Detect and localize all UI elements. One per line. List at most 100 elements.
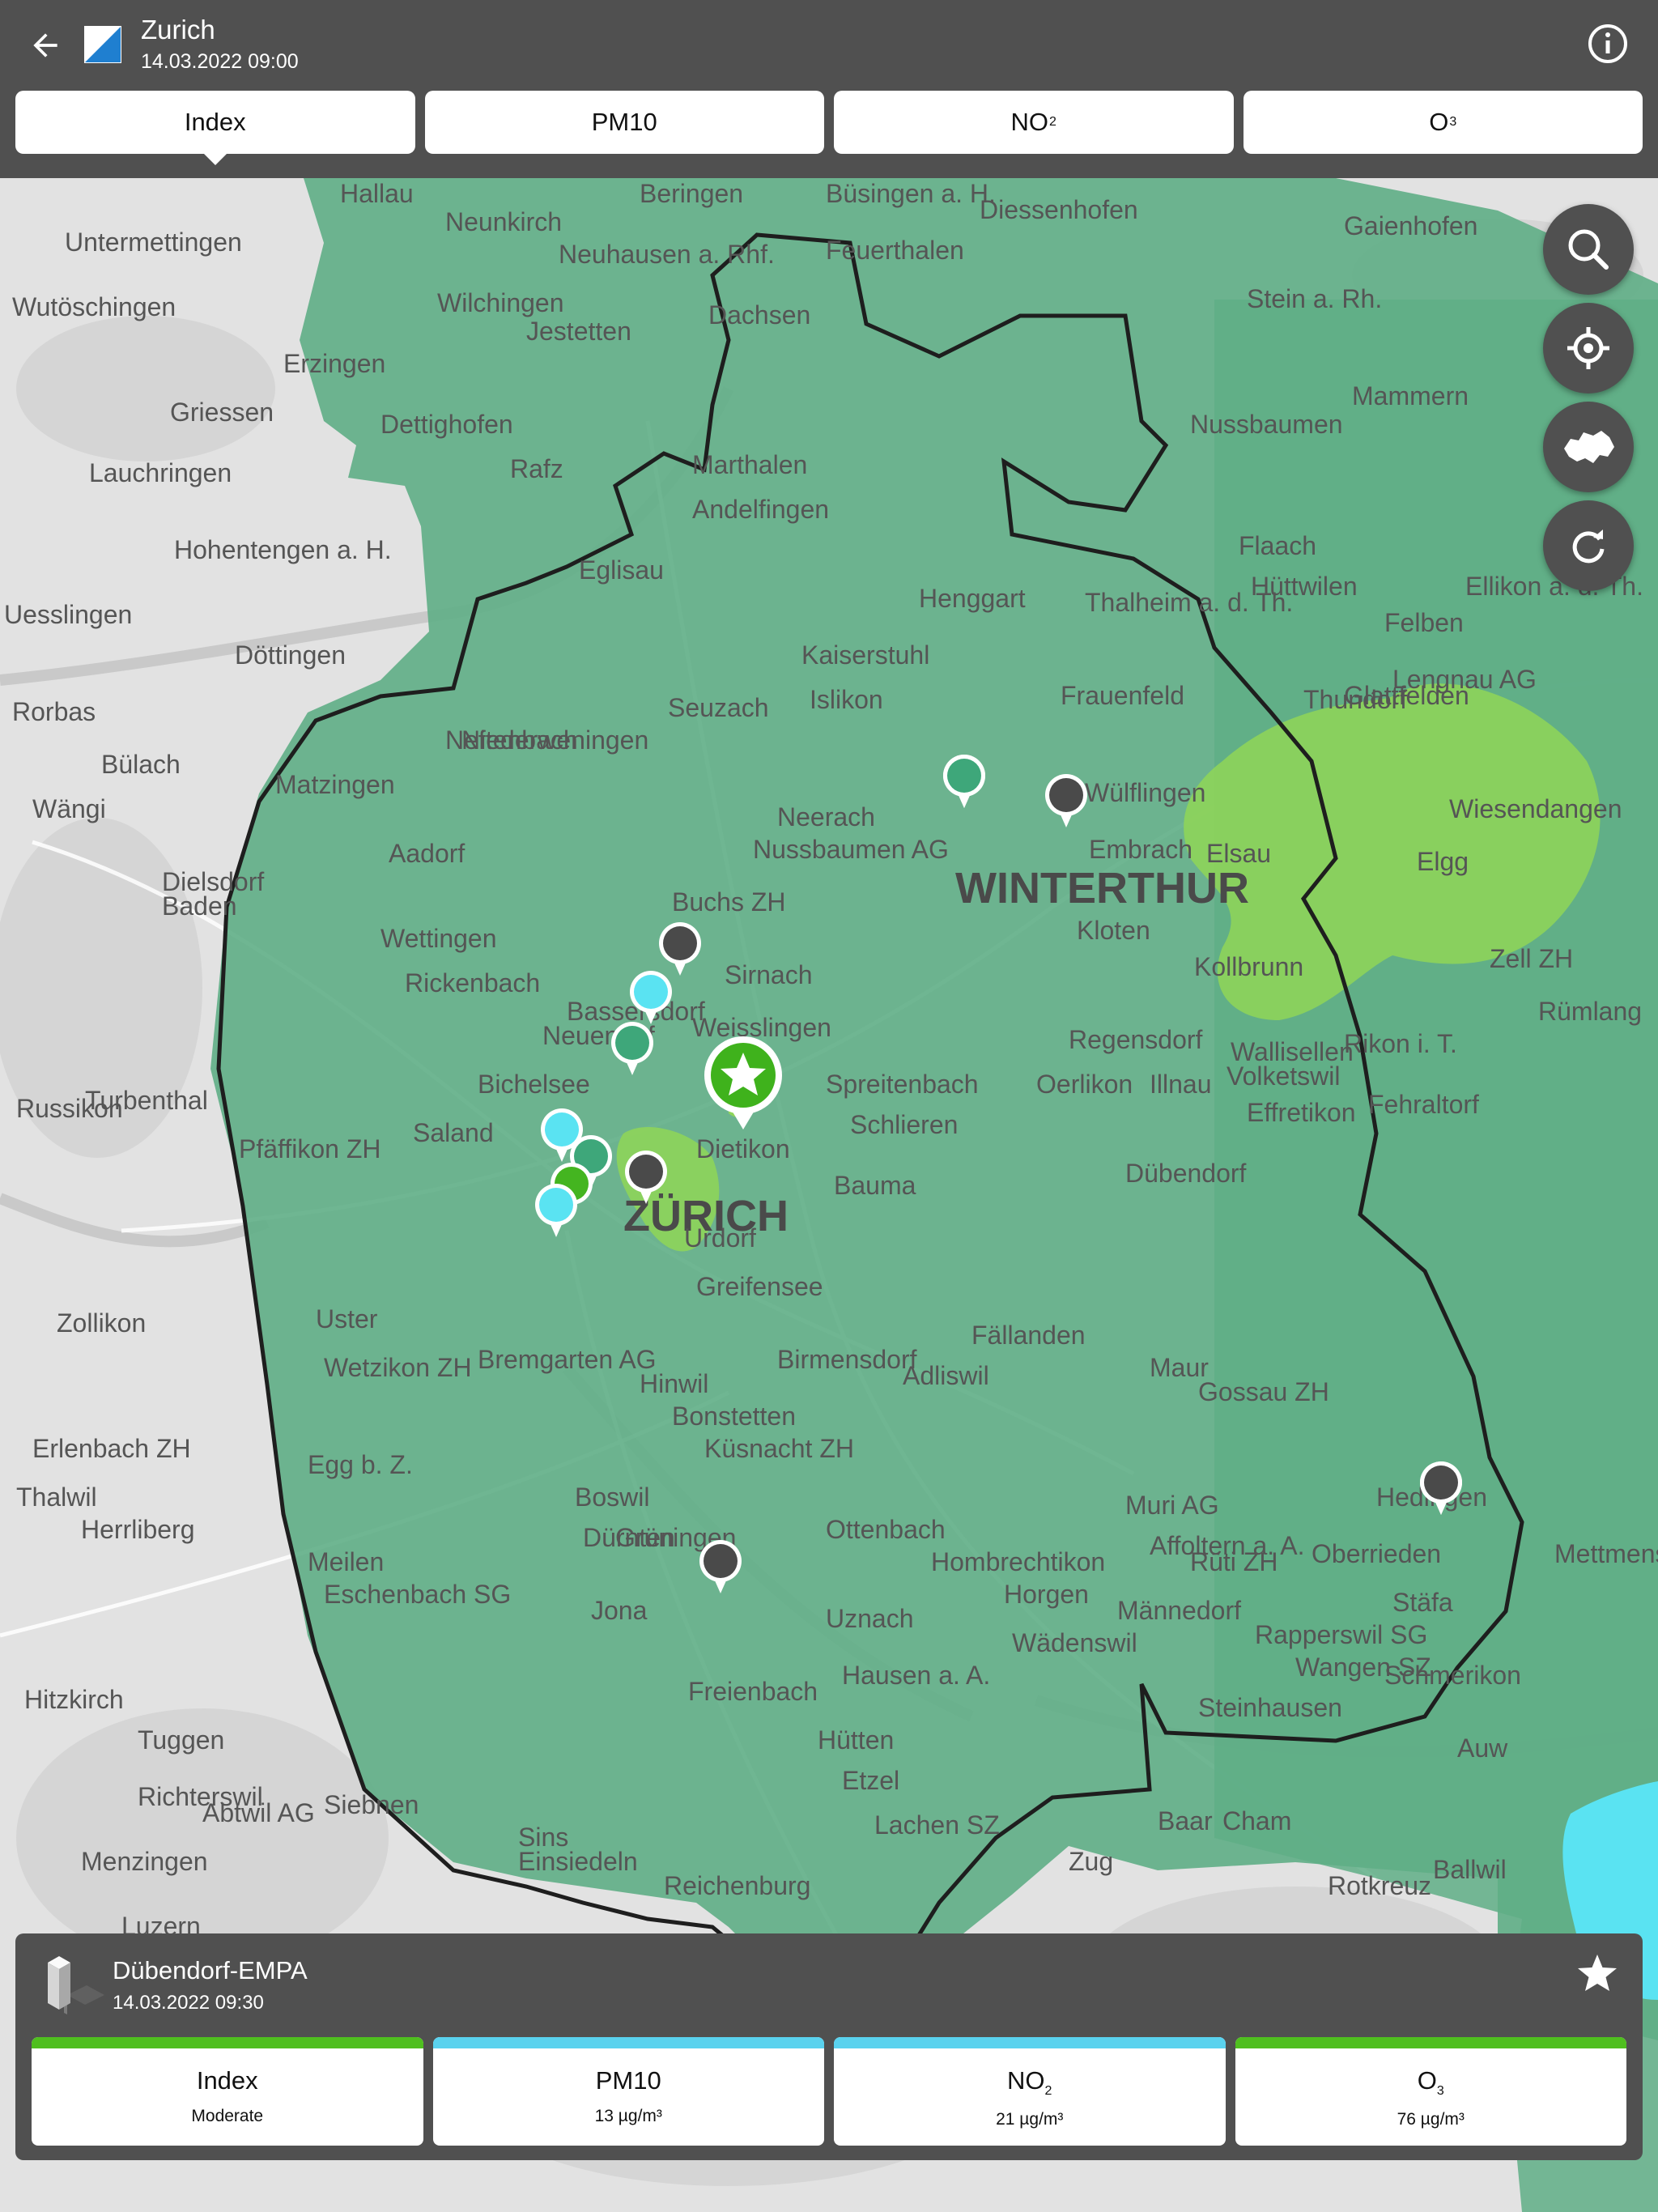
town-label: Rikon i. T. xyxy=(1344,1029,1457,1058)
town-label: Urdorf xyxy=(684,1223,756,1253)
town-label: Schlieren xyxy=(850,1110,958,1139)
town-label: Pfäffikon ZH xyxy=(239,1134,380,1163)
town-label: Bauma xyxy=(834,1171,916,1200)
tab-pm10[interactable]: PM10 xyxy=(424,91,824,154)
town-label: Freienbach xyxy=(688,1677,818,1706)
town-label: Griessen xyxy=(170,398,274,427)
town-label: Aadorf xyxy=(389,839,465,868)
town-label: Baden xyxy=(162,891,237,921)
town-label: Stäfa xyxy=(1392,1588,1453,1617)
town-label: Seuzach xyxy=(668,693,769,722)
town-label: Baar xyxy=(1158,1806,1213,1836)
town-label: Dübendorf xyxy=(1125,1159,1247,1188)
town-label: Wetzikon ZH xyxy=(324,1353,472,1382)
town-label: Kollbrunn xyxy=(1194,952,1303,981)
town-label: Dachsen xyxy=(708,300,810,330)
town-label: Effretikon xyxy=(1247,1098,1356,1127)
town-label: Oerlikon xyxy=(1036,1070,1133,1099)
town-label: Rümlang xyxy=(1538,997,1642,1026)
refresh-icon xyxy=(1572,530,1605,564)
town-label: Ottenbach xyxy=(826,1515,946,1544)
tile-value: 21 µg/m³ xyxy=(996,2110,1064,2129)
town-label: Oberrieden xyxy=(1312,1539,1441,1568)
station-card[interactable]: Dübendorf-EMPA 14.03.2022 09:30 Index Mo… xyxy=(15,1933,1643,2160)
town-label: Hütten xyxy=(818,1725,894,1755)
town-label: Elsau xyxy=(1206,839,1271,868)
town-label: Bichelsee xyxy=(478,1070,590,1099)
town-label: Thundorf xyxy=(1303,685,1407,714)
map-label-winterthur: WINTERTHUR xyxy=(955,864,1249,912)
town-label: Küsnacht ZH xyxy=(704,1434,854,1463)
town-label: Abtwil AG xyxy=(202,1798,315,1827)
town-label: Regensdorf xyxy=(1069,1025,1203,1054)
town-label: Henggart xyxy=(919,584,1026,613)
town-label: Hombrechtikon xyxy=(931,1547,1105,1576)
town-label: Weisslingen xyxy=(692,1013,831,1042)
town-label: Embrach xyxy=(1089,835,1192,864)
town-label: Tuggen xyxy=(138,1725,224,1755)
town-label: Horgen xyxy=(1004,1580,1089,1609)
tab-no2[interactable]: NO 2 xyxy=(834,91,1234,154)
town-label: Marthalen xyxy=(692,450,807,479)
town-label: Bremgarten AG xyxy=(478,1345,657,1374)
town-label: Mettmenstetten xyxy=(1554,1539,1658,1568)
tile-pm10[interactable]: PM10 13 µg/m³ xyxy=(432,2037,824,2146)
town-label: Hitzkirch xyxy=(24,1685,124,1714)
town-label: Erzingen xyxy=(283,349,385,378)
town-label: Nussbaumen xyxy=(1190,410,1343,439)
town-label: Thalwil xyxy=(16,1482,97,1512)
town-label: Hinwil xyxy=(640,1369,708,1398)
town-label: Rorbas xyxy=(12,697,96,726)
info-icon xyxy=(1588,24,1627,63)
town-label: Flaach xyxy=(1239,531,1316,560)
town-label: Wädenswil xyxy=(1012,1628,1137,1657)
town-label: Dietikon xyxy=(696,1134,790,1163)
town-label: Döttingen xyxy=(235,640,346,670)
arrow-left-icon xyxy=(33,33,57,57)
town-label: Sirnach xyxy=(725,960,813,989)
station-name: Dübendorf-EMPA xyxy=(113,1956,308,1984)
town-label: Cham xyxy=(1222,1806,1291,1836)
map-view[interactable]: WINTERTHUR ZÜRICH Hallau Beringen Büsingen… xyxy=(0,178,1658,2212)
town-label: Lauchringen xyxy=(89,458,232,487)
town-label: Fehraltorf xyxy=(1368,1090,1479,1119)
favorite-button[interactable] xyxy=(1573,1950,1622,1998)
tile-status-bar xyxy=(32,2037,423,2048)
town-label: Frauenfeld xyxy=(1061,681,1184,710)
tile-value: 76 µg/m³ xyxy=(1397,2110,1465,2129)
town-label: Siebnen xyxy=(324,1790,419,1819)
locate-button[interactable] xyxy=(1543,303,1634,393)
refresh-button[interactable] xyxy=(1543,500,1634,591)
town-label: Thalheim a. d. Th. xyxy=(1085,588,1293,617)
town-label: Rüti ZH xyxy=(1190,1547,1278,1576)
tab-index[interactable]: Index xyxy=(15,91,415,165)
town-label: Birmensdorf xyxy=(777,1345,917,1374)
town-label: Wutöschingen xyxy=(12,292,176,321)
town-label: Neuhausen a. Rhf. xyxy=(559,240,775,269)
tile-index[interactable]: Index Moderate xyxy=(32,2037,423,2146)
town-label: Zell ZH xyxy=(1490,944,1573,973)
tile-status-bar xyxy=(834,2037,1226,2048)
tab-o3[interactable]: O3 xyxy=(1243,91,1643,154)
town-label: Mammern xyxy=(1352,381,1469,410)
town-label: Ballwil xyxy=(1433,1855,1507,1884)
town-label: Muri AG xyxy=(1125,1491,1219,1520)
search-icon xyxy=(1568,229,1609,270)
town-label: Rafz xyxy=(510,454,563,483)
town-label: Niederweningen xyxy=(461,725,648,755)
search-button[interactable] xyxy=(1543,204,1634,295)
switzerland-view-button[interactable] xyxy=(1543,402,1634,492)
town-label: Hausen a. A. xyxy=(842,1661,990,1690)
tile-o3[interactable]: O3 76 µg/m³ xyxy=(1235,2037,1626,2146)
town-label: Saland xyxy=(413,1118,494,1147)
town-label: Kloten xyxy=(1077,916,1150,945)
tile-status-bar xyxy=(432,2037,824,2048)
info-button[interactable] xyxy=(1585,21,1630,66)
town-label: Rapperswil SG xyxy=(1255,1620,1427,1649)
back-button[interactable] xyxy=(23,23,68,68)
town-label: Egg b. Z. xyxy=(308,1450,413,1479)
tile-no2[interactable]: NO2 21 µg/m³ xyxy=(834,2037,1226,2146)
town-label: Hohentengen a. H. xyxy=(174,535,392,564)
town-label: Wilchingen xyxy=(437,288,564,317)
town-label: Menzingen xyxy=(81,1847,208,1876)
